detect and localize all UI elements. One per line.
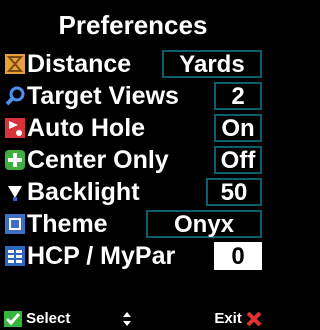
magnifier-icon: [5, 86, 25, 106]
preferences-screen: Preferences Distance Yards Target Views …: [0, 0, 266, 330]
auto-hole-icon: [5, 118, 25, 138]
backlight-value-field[interactable]: 50: [206, 178, 262, 206]
select-button[interactable]: Select: [4, 308, 70, 330]
center-only-value-field[interactable]: Off: [214, 146, 262, 174]
setting-label: HCP / MyPar: [27, 242, 176, 270]
setting-row-center-only[interactable]: Center Only Off: [2, 144, 264, 176]
exit-x-icon: [246, 311, 262, 327]
flag-distance-icon: [5, 54, 25, 74]
setting-row-distance[interactable]: Distance Yards: [2, 48, 264, 80]
up-down-arrows-icon: [122, 308, 132, 330]
hcp-mypar-value-field[interactable]: 0: [214, 242, 262, 270]
backlight-bulb-icon: [5, 182, 25, 202]
setting-row-target-views[interactable]: Target Views 2: [2, 80, 264, 112]
theme-value-field[interactable]: Onyx: [146, 210, 262, 238]
exit-button[interactable]: Exit: [214, 308, 262, 330]
setting-label: Center Only: [27, 146, 169, 174]
auto-hole-value-field[interactable]: On: [214, 114, 262, 142]
setting-row-theme[interactable]: Theme Onyx: [2, 208, 264, 240]
hcp-grid-icon: [5, 246, 25, 266]
center-plus-icon: [5, 150, 25, 170]
setting-label: Backlight: [27, 178, 140, 206]
exit-label: Exit: [214, 310, 242, 327]
setting-label: Target Views: [27, 82, 179, 110]
theme-icon: [5, 214, 25, 234]
target-views-value-field[interactable]: 2: [214, 82, 262, 110]
checkmark-icon: [4, 311, 22, 328]
setting-label: Distance: [27, 50, 132, 78]
setting-row-auto-hole[interactable]: Auto Hole On: [2, 112, 264, 144]
footer-bar: Select Exit: [0, 308, 266, 330]
setting-label: Auto Hole: [27, 114, 146, 142]
setting-row-backlight[interactable]: Backlight 50: [2, 176, 264, 208]
setting-label: Theme: [27, 210, 108, 238]
setting-row-hcp-mypar[interactable]: HCP / MyPar 0: [2, 240, 264, 272]
select-label: Select: [26, 310, 71, 327]
page-title: Preferences: [58, 10, 208, 40]
distance-value-field[interactable]: Yards: [162, 50, 262, 78]
